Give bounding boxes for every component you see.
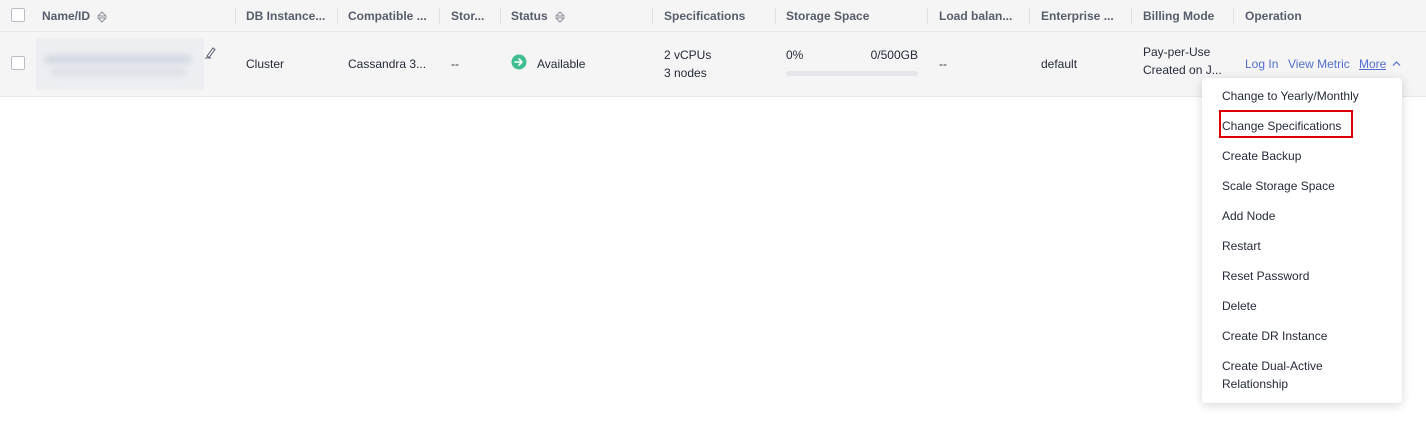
column-divider[interactable] — [337, 8, 338, 24]
menu-item-reset-password[interactable]: Reset Password — [1222, 267, 1309, 285]
column-divider[interactable] — [439, 8, 440, 24]
column-header-storage-space: Storage Space — [786, 9, 870, 23]
load-balancer-value: -- — [939, 57, 947, 71]
menu-item-add-node[interactable]: Add Node — [1222, 207, 1275, 225]
menu-item-create-dual-active-relationship[interactable]: Create Dual-Active Relationship — [1222, 357, 1323, 393]
menu-item-restart[interactable]: Restart — [1222, 237, 1261, 255]
storage-percent: 0% — [786, 48, 804, 62]
column-header-name[interactable]: Name/ID — [42, 9, 222, 23]
blurred-name — [44, 55, 192, 64]
column-divider[interactable] — [1131, 8, 1132, 24]
enterprise-project: default — [1041, 57, 1078, 71]
select-all-checkbox[interactable] — [11, 8, 25, 22]
spec-vcpus: 2 vCPUs — [664, 48, 712, 62]
column-header-specifications: Specifications — [664, 9, 746, 23]
menu-item-create-backup[interactable]: Create Backup — [1222, 147, 1301, 165]
sort-icon[interactable] — [555, 11, 566, 23]
billing-created: Created on J... — [1143, 63, 1222, 77]
column-divider[interactable] — [652, 8, 653, 24]
menu-item-create-dr-instance[interactable]: Create DR Instance — [1222, 327, 1327, 345]
column-header-status-label: Status — [511, 9, 548, 23]
menu-item-scale-storage-space[interactable]: Scale Storage Space — [1222, 177, 1335, 195]
menu-item-change-to-yearly-monthly[interactable]: Change to Yearly/Monthly — [1222, 87, 1359, 105]
billing-mode: Pay-per-Use — [1143, 45, 1211, 59]
compatible-api: Cassandra 3... — [348, 57, 427, 71]
more-link[interactable]: More — [1359, 57, 1386, 71]
table-header: Name/ID DB Instance... Compatible ... St… — [0, 0, 1426, 32]
column-header-storage: Stor... — [451, 9, 485, 23]
view-metric-link[interactable]: View Metric — [1288, 57, 1350, 71]
column-header-load-balancer: Load balan... — [939, 9, 1013, 23]
status-text: Available — [537, 57, 586, 71]
edit-icon[interactable] — [204, 46, 216, 59]
blurred-id — [50, 68, 186, 76]
column-header-enterprise: Enterprise ... — [1041, 9, 1114, 23]
chevron-up-icon[interactable] — [1392, 60, 1401, 67]
spec-nodes: 3 nodes — [664, 66, 707, 80]
storage-type: -- — [451, 57, 459, 71]
menu-item-label-line1: Create Dual-Active — [1222, 359, 1323, 373]
column-header-db-instance: DB Instance... — [246, 9, 326, 23]
column-divider[interactable] — [500, 8, 501, 24]
column-divider[interactable] — [775, 8, 776, 24]
status-available-icon — [511, 54, 527, 70]
instance-name-redacted[interactable] — [36, 38, 204, 90]
column-header-billing-mode: Billing Mode — [1143, 9, 1215, 23]
storage-usage: 0/500GB — [870, 48, 918, 62]
highlight-box — [1219, 110, 1353, 138]
column-divider[interactable] — [1029, 8, 1030, 24]
sort-icon[interactable] — [97, 11, 108, 23]
column-header-operation: Operation — [1245, 9, 1302, 23]
menu-item-delete[interactable]: Delete — [1222, 297, 1257, 315]
storage-progress-bar — [786, 71, 918, 76]
column-header-name-label: Name/ID — [42, 9, 91, 23]
column-header-compatible: Compatible ... — [348, 9, 427, 23]
column-header-status[interactable]: Status — [511, 9, 641, 23]
login-link[interactable]: Log In — [1245, 57, 1278, 71]
column-divider[interactable] — [235, 8, 236, 24]
column-divider[interactable] — [1233, 8, 1234, 24]
column-divider[interactable] — [927, 8, 928, 24]
db-instance-type: Cluster — [246, 57, 285, 71]
menu-item-label-line2: Relationship — [1222, 377, 1289, 391]
row-checkbox[interactable] — [11, 56, 25, 70]
